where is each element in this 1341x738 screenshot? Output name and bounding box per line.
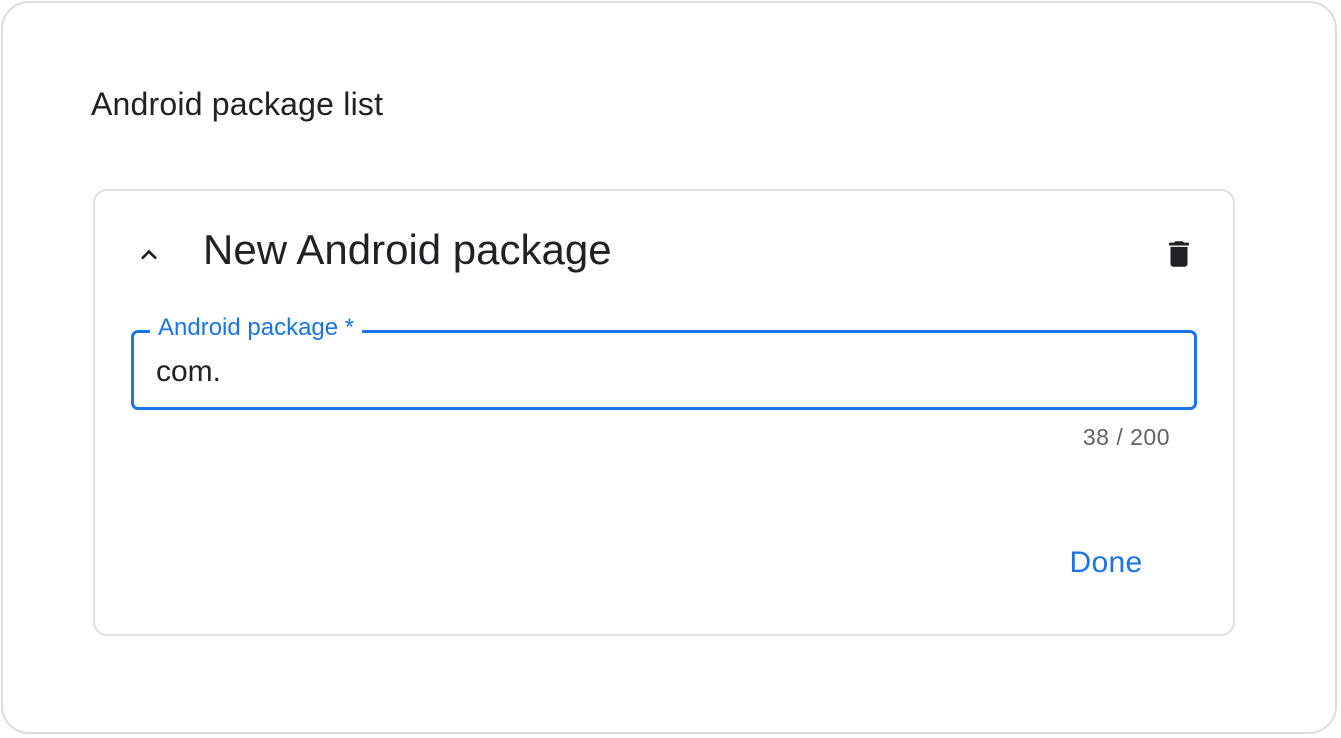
character-counter: 38 / 200: [1082, 424, 1170, 450]
section-title: Android package list: [91, 86, 384, 122]
android-package-label: Android package *: [150, 313, 363, 343]
android-package-input[interactable]: [156, 352, 1156, 392]
trash-icon: [1169, 241, 1189, 267]
chevron-up-icon: [141, 249, 157, 260]
delete-button[interactable]: [1157, 232, 1201, 276]
card-title: New Android package: [203, 226, 612, 273]
collapse-button[interactable]: [128, 234, 170, 276]
done-button[interactable]: Done: [1048, 536, 1164, 590]
